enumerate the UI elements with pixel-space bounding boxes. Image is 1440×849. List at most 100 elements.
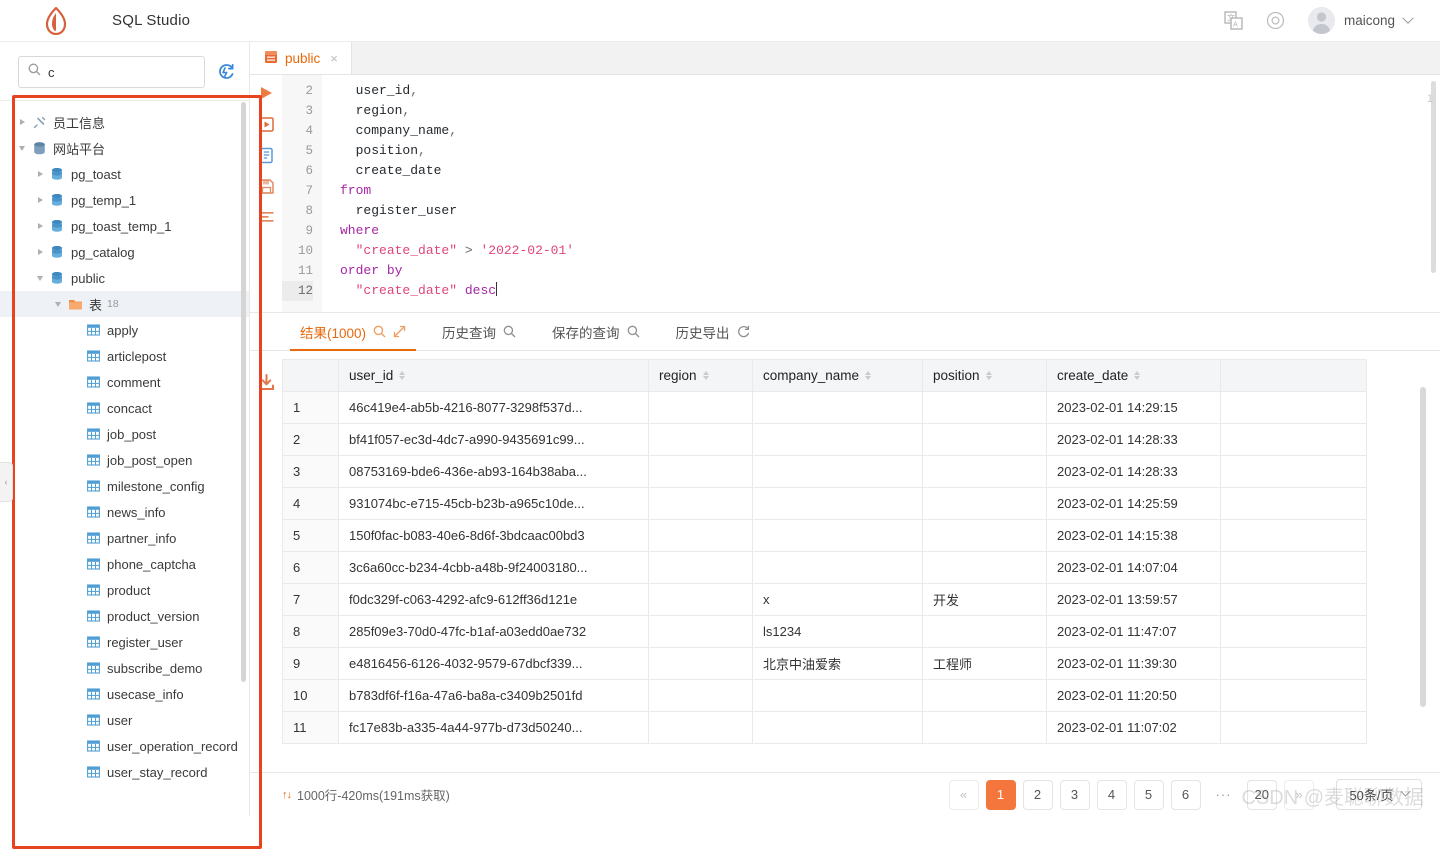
sort-icon[interactable] bbox=[1134, 371, 1140, 380]
search-icon[interactable] bbox=[503, 325, 516, 338]
pagination-page-2[interactable]: 2 bbox=[1023, 780, 1053, 810]
cell-region[interactable] bbox=[649, 712, 753, 744]
cell-region[interactable] bbox=[649, 680, 753, 712]
sort-icon[interactable] bbox=[703, 371, 709, 380]
code-line[interactable]: "create_date" > '2022-02-01' bbox=[340, 241, 1440, 261]
chevron-right-icon[interactable] bbox=[32, 171, 48, 177]
explain-icon[interactable] bbox=[257, 146, 275, 164]
code-area[interactable]: 23456789101112 user_id, region, company_… bbox=[282, 75, 1440, 312]
cell-user_id[interactable]: 46c419e4-ab5b-4216-8077-3298f537d... bbox=[339, 392, 649, 424]
tree-node-pg_toast[interactable]: pg_toast bbox=[0, 161, 249, 187]
pagination-page-5[interactable]: 5 bbox=[1134, 780, 1164, 810]
cell-company_name[interactable] bbox=[753, 456, 923, 488]
pagination-page-20[interactable]: 20 bbox=[1247, 780, 1277, 810]
cell-region[interactable] bbox=[649, 488, 753, 520]
cell-region[interactable] bbox=[649, 616, 753, 648]
sort-icon[interactable] bbox=[865, 371, 871, 380]
tree-node-job_post[interactable]: job_post bbox=[0, 421, 249, 447]
chevron-right-icon[interactable] bbox=[14, 119, 30, 125]
cell-company_name[interactable] bbox=[753, 392, 923, 424]
tree-node-articlepost[interactable]: articlepost bbox=[0, 343, 249, 369]
tree-node-milestone_config[interactable]: milestone_config bbox=[0, 473, 249, 499]
cell-company_name[interactable]: 北京中油爱索 bbox=[753, 648, 923, 680]
cell-region[interactable] bbox=[649, 648, 753, 680]
column-header-position[interactable]: position bbox=[923, 360, 1047, 392]
cell-position[interactable] bbox=[923, 552, 1047, 584]
chevron-down-icon[interactable] bbox=[14, 146, 30, 151]
table-scrollbar[interactable] bbox=[1420, 387, 1426, 707]
tree-node-员工信息[interactable]: 员工信息 bbox=[0, 109, 249, 135]
chevron-right-icon[interactable] bbox=[32, 197, 48, 203]
tree-node-user_operation_record[interactable]: user_operation_record bbox=[0, 733, 249, 759]
cell-company_name[interactable] bbox=[753, 424, 923, 456]
cell-position[interactable] bbox=[923, 520, 1047, 552]
tree-node-public[interactable]: public bbox=[0, 265, 249, 291]
table-row[interactable]: 11fc17e83b-a335-4a44-977b-d73d50240...20… bbox=[283, 712, 1367, 744]
cell-user_id[interactable]: 08753169-bde6-436e-ab93-164b38aba... bbox=[339, 456, 649, 488]
column-header-create_date[interactable]: create_date bbox=[1047, 360, 1221, 392]
chevron-down-icon[interactable] bbox=[50, 302, 66, 307]
tree-node-partner_info[interactable]: partner_info bbox=[0, 525, 249, 551]
editor-scrollbar[interactable] bbox=[1431, 81, 1436, 273]
column-header-company_name[interactable]: company_name bbox=[753, 360, 923, 392]
run-file-icon[interactable] bbox=[257, 115, 275, 133]
cell-user_id[interactable]: b783df6f-f16a-47a6-ba8a-c3409b2501fd bbox=[339, 680, 649, 712]
column-header-region[interactable]: region bbox=[649, 360, 753, 392]
code-line[interactable]: company_name, bbox=[340, 121, 1440, 141]
pagination-next[interactable]: » bbox=[1284, 780, 1314, 810]
tree-node-register_user[interactable]: register_user bbox=[0, 629, 249, 655]
cell-company_name[interactable]: x bbox=[753, 584, 923, 616]
search-icon[interactable] bbox=[627, 325, 640, 338]
tree-node-phone_captcha[interactable]: phone_captcha bbox=[0, 551, 249, 577]
cell-user_id[interactable]: 285f09e3-70d0-47fc-b1af-a03edd0ae732 bbox=[339, 616, 649, 648]
cell-region[interactable] bbox=[649, 392, 753, 424]
result-tab-0[interactable]: 结果(1000) bbox=[282, 313, 424, 350]
cell-create_date[interactable]: 2023-02-01 11:47:07 bbox=[1047, 616, 1221, 648]
user-menu[interactable]: maicong bbox=[1308, 7, 1412, 34]
sidebar-collapse-handle[interactable]: ‹ bbox=[0, 462, 13, 502]
sidebar-scrollbar[interactable] bbox=[241, 102, 246, 682]
cell-create_date[interactable]: 2023-02-01 11:07:02 bbox=[1047, 712, 1221, 744]
cell-create_date[interactable]: 2023-02-01 14:28:33 bbox=[1047, 424, 1221, 456]
cell-create_date[interactable]: 2023-02-01 14:25:59 bbox=[1047, 488, 1221, 520]
cell-position[interactable]: 工程师 bbox=[923, 648, 1047, 680]
cell-company_name[interactable] bbox=[753, 680, 923, 712]
cell-position[interactable] bbox=[923, 712, 1047, 744]
table-row[interactable]: 2bf41f057-ec3d-4dc7-a990-9435691c99...20… bbox=[283, 424, 1367, 456]
expand-icon[interactable] bbox=[393, 325, 406, 338]
format-icon[interactable] bbox=[257, 208, 275, 226]
cell-create_date[interactable]: 2023-02-01 14:29:15 bbox=[1047, 392, 1221, 424]
tree-node-news_info[interactable]: news_info bbox=[0, 499, 249, 525]
code-line[interactable]: create_date bbox=[340, 161, 1440, 181]
cell-company_name[interactable] bbox=[753, 488, 923, 520]
table-row[interactable]: 7f0dc329f-c063-4292-afc9-612ff36d121ex开发… bbox=[283, 584, 1367, 616]
cell-create_date[interactable]: 2023-02-01 14:07:04 bbox=[1047, 552, 1221, 584]
cell-user_id[interactable]: 3c6a60cc-b234-4cbb-a48b-9f24003180... bbox=[339, 552, 649, 584]
pagination-page-6[interactable]: 6 bbox=[1171, 780, 1201, 810]
tree-node-pg_temp_1[interactable]: pg_temp_1 bbox=[0, 187, 249, 213]
cell-region[interactable] bbox=[649, 424, 753, 456]
table-row[interactable]: 5150f0fac-b083-40e6-8d6f-3bdcaac00bd3202… bbox=[283, 520, 1367, 552]
code-line[interactable]: where bbox=[340, 221, 1440, 241]
target-icon[interactable] bbox=[1266, 11, 1286, 31]
cell-region[interactable] bbox=[649, 456, 753, 488]
tree-node-apply[interactable]: apply bbox=[0, 317, 249, 343]
sort-icon[interactable] bbox=[399, 371, 405, 380]
tree-node-pg_catalog[interactable]: pg_catalog bbox=[0, 239, 249, 265]
tab-public[interactable]: public × bbox=[250, 42, 352, 74]
refresh-icon[interactable] bbox=[737, 325, 750, 338]
cell-create_date[interactable]: 2023-02-01 13:59:57 bbox=[1047, 584, 1221, 616]
tree-node-comment[interactable]: comment bbox=[0, 369, 249, 395]
refresh-icon[interactable] bbox=[215, 61, 237, 83]
chevron-right-icon[interactable] bbox=[32, 223, 48, 229]
tree-node-concact[interactable]: concact bbox=[0, 395, 249, 421]
tree-node-subscribe_demo[interactable]: subscribe_demo bbox=[0, 655, 249, 681]
table-row[interactable]: 9e4816456-6126-4032-9579-67dbcf339...北京中… bbox=[283, 648, 1367, 680]
search-input[interactable] bbox=[48, 65, 195, 80]
cell-company_name[interactable] bbox=[753, 712, 923, 744]
translate-icon[interactable]: 文 A bbox=[1224, 11, 1244, 31]
search-box[interactable] bbox=[18, 56, 205, 88]
table-row[interactable]: 8285f09e3-70d0-47fc-b1af-a03edd0ae732ls1… bbox=[283, 616, 1367, 648]
tree-node-job_post_open[interactable]: job_post_open bbox=[0, 447, 249, 473]
pagination-prev[interactable]: « bbox=[949, 780, 979, 810]
